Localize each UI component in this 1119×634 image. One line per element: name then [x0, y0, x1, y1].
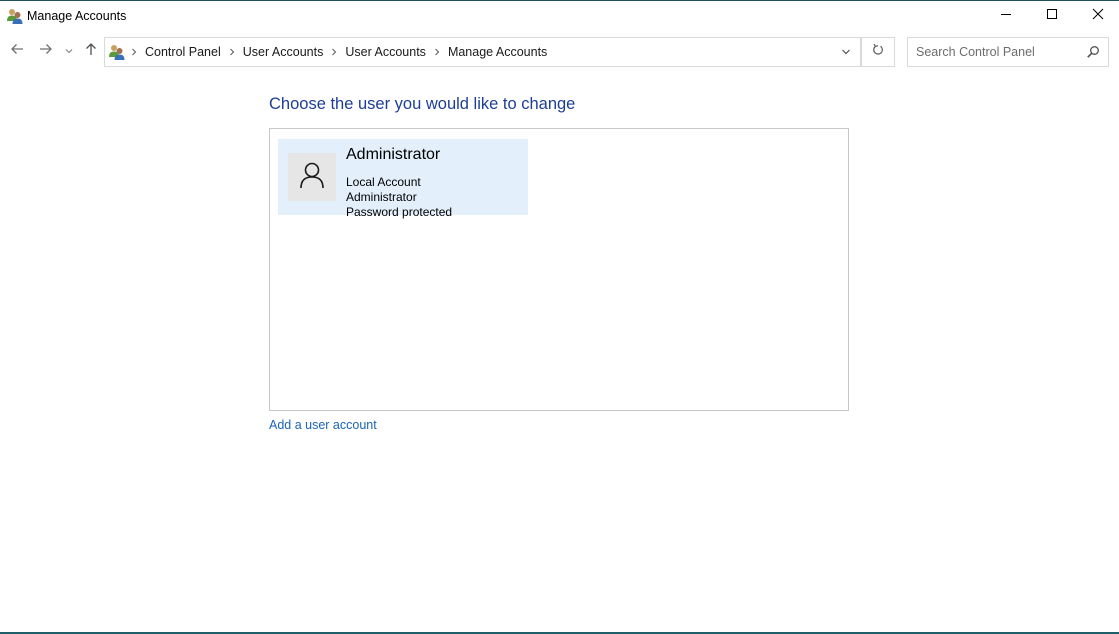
back-button[interactable] [7, 41, 27, 61]
breadcrumb-chevron-icon[interactable] [224, 48, 240, 56]
breadcrumb-chevron-icon[interactable] [126, 48, 142, 56]
address-bar[interactable]: Control Panel User Accounts User Account… [104, 37, 861, 67]
search-input[interactable] [908, 38, 1083, 66]
up-arrow-icon [84, 42, 98, 61]
control-panel-icon [108, 43, 126, 61]
breadcrumb-control-panel[interactable]: Control Panel [142, 45, 224, 59]
up-button[interactable] [81, 41, 101, 61]
search-box[interactable] [907, 37, 1109, 67]
user-accounts-icon [6, 7, 23, 24]
account-password-status: Password protected [346, 205, 453, 219]
breadcrumb-chevron-icon[interactable] [429, 48, 445, 56]
close-icon [1092, 7, 1104, 25]
window-title: Manage Accounts [27, 9, 127, 23]
accounts-list: Administrator Local Account Administrato… [269, 128, 849, 411]
minimize-button[interactable] [983, 1, 1029, 31]
avatar [288, 153, 336, 201]
account-name: Administrator [346, 146, 441, 163]
forward-button[interactable] [36, 41, 56, 61]
account-type: Local Account [346, 175, 421, 189]
add-user-account-link[interactable]: Add a user account [269, 418, 377, 432]
maximize-icon [1046, 7, 1058, 25]
user-icon [299, 161, 325, 194]
refresh-icon [872, 43, 884, 61]
breadcrumb-chevron-icon[interactable] [326, 48, 342, 56]
title-bar: Manage Accounts [0, 1, 1119, 32]
search-icon[interactable] [1086, 45, 1100, 59]
account-tile-administrator[interactable]: Administrator Local Account Administrato… [278, 139, 528, 219]
address-history-dropdown[interactable] [832, 38, 860, 66]
close-button[interactable] [1075, 1, 1119, 31]
breadcrumb-user-accounts[interactable]: User Accounts [240, 45, 327, 59]
minimize-icon [1000, 7, 1012, 25]
recent-locations-button[interactable] [62, 41, 76, 61]
navigation-bar: Control Panel User Accounts User Account… [0, 32, 1119, 70]
account-role: Administrator [346, 190, 417, 204]
refresh-button[interactable] [861, 37, 895, 67]
maximize-button[interactable] [1029, 1, 1075, 31]
chevron-down-icon [841, 43, 851, 61]
chevron-down-icon [65, 42, 73, 60]
page-heading: Choose the user you would like to change [269, 95, 576, 113]
breadcrumb-user-accounts-sub[interactable]: User Accounts [342, 45, 429, 59]
back-arrow-icon [10, 42, 24, 61]
manage-accounts-window: Manage Accounts Control Panel User Accou… [0, 0, 1119, 634]
breadcrumb-manage-accounts[interactable]: Manage Accounts [445, 45, 550, 59]
forward-arrow-icon [39, 42, 53, 61]
